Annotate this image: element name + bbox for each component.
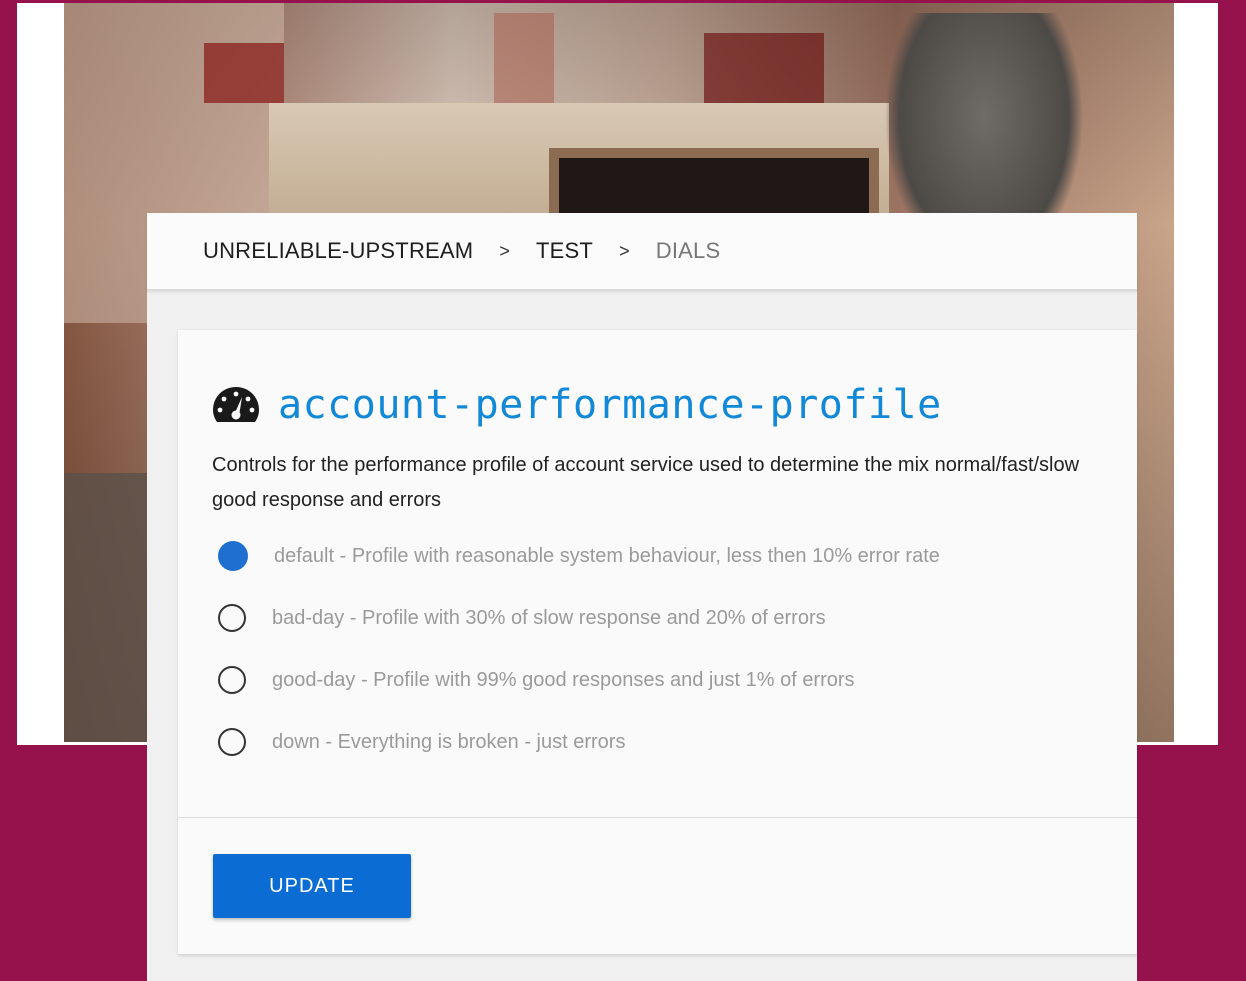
photo-panel <box>704 33 824 103</box>
dials-page: UNRELIABLE-UPSTREAM > TEST > DIALS accou… <box>147 213 1137 981</box>
breadcrumb-item-test[interactable]: TEST <box>536 238 593 264</box>
option-label: bad-day - Profile with 30% of slow respo… <box>272 606 826 629</box>
card-description: Controls for the performance profile of … <box>212 454 1080 511</box>
option-down[interactable]: down - Everything is broken - just error… <box>218 722 625 762</box>
photo-panel <box>204 43 284 103</box>
option-label: down - Everything is broken - just error… <box>272 730 626 753</box>
card-title: account-performance-profile <box>212 382 942 428</box>
card-title-text: account-performance-profile <box>278 382 942 428</box>
option-default[interactable]: default - Profile with reasonable system… <box>218 536 940 576</box>
update-button[interactable]: UPDATE <box>213 854 411 918</box>
radio-button[interactable] <box>218 728 246 756</box>
breadcrumb-item-unreliable-upstream[interactable]: UNRELIABLE-UPSTREAM <box>203 238 473 264</box>
radio-button-selected[interactable] <box>218 541 248 571</box>
option-label: good-day - Profile with 99% good respons… <box>272 668 855 691</box>
option-bad-day[interactable]: bad-day - Profile with 30% of slow respo… <box>218 598 826 638</box>
dial-card: account-performance-profile Controls for… <box>178 330 1137 955</box>
breadcrumb-separator: > <box>619 240 630 261</box>
radio-button[interactable] <box>218 604 246 632</box>
breadcrumb: UNRELIABLE-UPSTREAM > TEST > DIALS <box>147 213 1137 290</box>
option-label: default - Profile with reasonable system… <box>274 544 940 567</box>
breadcrumb-separator: > <box>499 240 511 261</box>
card-divider <box>178 817 1137 818</box>
speedometer-icon <box>213 387 259 422</box>
breadcrumb-item-dials: DIALS <box>655 238 721 263</box>
option-good-day[interactable]: good-day - Profile with 99% good respons… <box>218 660 855 700</box>
radio-button[interactable] <box>218 666 246 694</box>
